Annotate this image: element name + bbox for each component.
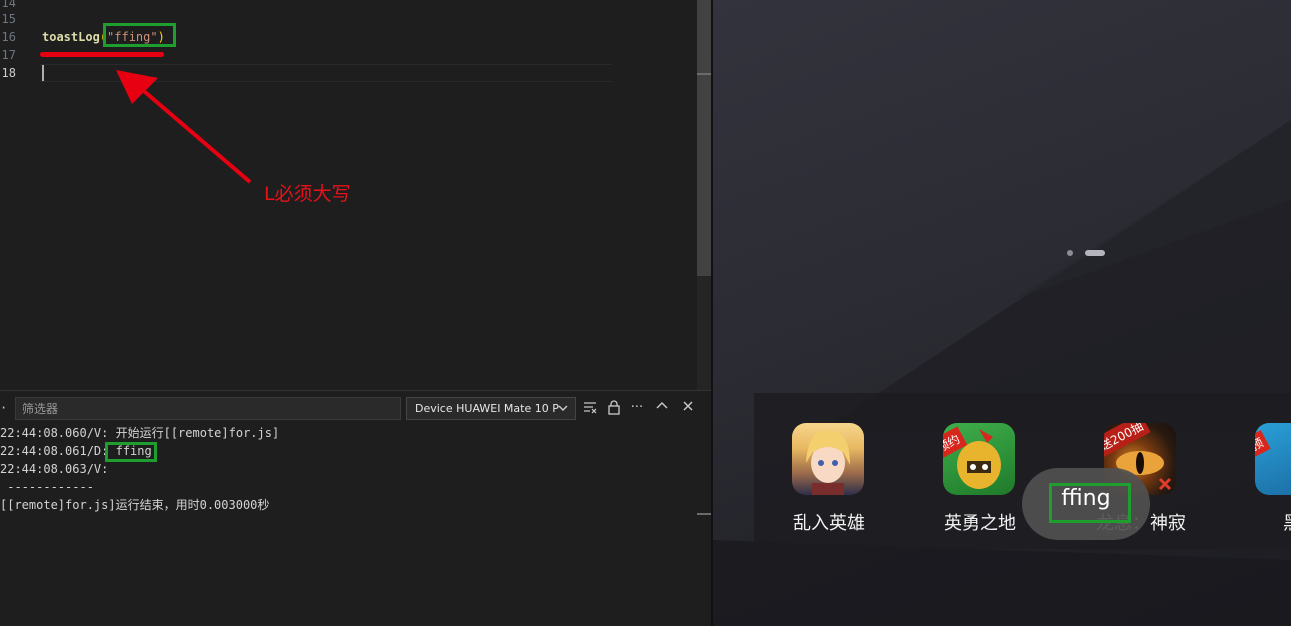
device-screen[interactable]: 乱入英雄 预约 英勇之地 送200抽 龙息：神寂 预 黑 ffing xyxy=(713,0,1291,626)
partial-app-icon: 预 xyxy=(1255,423,1291,495)
more-icon[interactable]: ··· xyxy=(628,399,646,417)
collapse-icon[interactable] xyxy=(653,399,671,417)
chevron-down-icon xyxy=(557,398,569,419)
scrollbar-marker xyxy=(697,513,711,515)
log-line: 22:44:08.060/V: 开始运行[[remote]for.js] xyxy=(0,426,280,440)
annotation-note: L必须大写 xyxy=(264,183,351,205)
log-toolbar: · Device HUAWEI Mate 10 P ··· xyxy=(0,397,712,421)
log-line: 22:44:08.063/V: xyxy=(0,462,116,476)
app-luanru-yingxiong[interactable]: 乱入英雄 xyxy=(759,423,879,543)
app-yingyong-zhidi[interactable]: 预约 英勇之地 xyxy=(910,423,1030,543)
toolbar-glyph: · xyxy=(0,401,8,415)
app-badge: 预 xyxy=(1255,430,1271,458)
page-indicator xyxy=(1067,248,1127,258)
log-scrollbar[interactable] xyxy=(697,391,711,626)
hero-girl-icon xyxy=(792,423,864,495)
log-line: [[remote]for.js]运行结束，用时0.003000秒 xyxy=(0,498,270,512)
lock-icon[interactable] xyxy=(605,399,623,417)
spartan-helmet-icon: 预约 xyxy=(943,423,1015,495)
device-select[interactable]: Device HUAWEI Mate 10 P xyxy=(406,397,576,420)
log-highlight-box xyxy=(105,442,157,462)
app-label: 乱入英雄 xyxy=(793,513,865,534)
app-label: 黑 xyxy=(1222,509,1291,535)
log-line: ------------ xyxy=(0,480,94,494)
app-dock: 乱入英雄 预约 英勇之地 送200抽 龙息：神寂 预 黑 xyxy=(754,393,1291,549)
filter-input[interactable] xyxy=(15,397,401,420)
page-dot-active[interactable] xyxy=(1085,250,1105,256)
log-panel: · Device HUAWEI Mate 10 P ··· 22:44:08.0… xyxy=(0,390,712,626)
app-partial[interactable]: 预 黑 xyxy=(1222,423,1291,543)
page-dot[interactable] xyxy=(1067,250,1073,256)
code-editor[interactable]: 14 15 16 toastLog("ffing") 17 18 L必须大写 xyxy=(0,0,712,390)
toast-highlight-box xyxy=(1049,483,1131,523)
log-prefix: 22:44:08.061/D: xyxy=(0,444,116,458)
toast-message: ffing xyxy=(1022,468,1150,540)
close-icon[interactable] xyxy=(679,399,697,417)
clear-format-icon[interactable] xyxy=(581,399,599,417)
annotation-arrow-icon xyxy=(116,70,252,184)
device-select-value: Device HUAWEI Mate 10 P xyxy=(415,402,559,415)
